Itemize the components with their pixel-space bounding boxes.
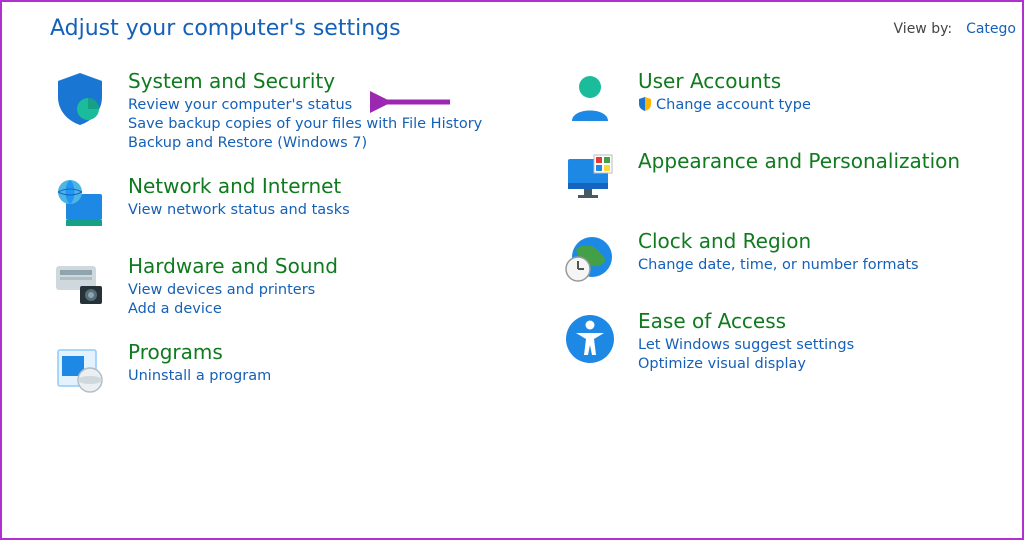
- category-title-clock-region[interactable]: Clock and Region: [638, 229, 980, 253]
- link-uninstall-program[interactable]: Uninstall a program: [128, 368, 520, 384]
- link-file-history[interactable]: Save backup copies of your files with Fi…: [128, 116, 520, 132]
- category-title-system-security[interactable]: System and Security: [128, 69, 520, 93]
- category-programs: Programs Uninstall a program: [50, 340, 520, 400]
- link-suggest-settings[interactable]: Let Windows suggest settings: [638, 337, 980, 353]
- programs-icon: [50, 340, 110, 400]
- link-backup-restore[interactable]: Backup and Restore (Windows 7): [128, 135, 520, 151]
- category-title-network[interactable]: Network and Internet: [128, 174, 520, 198]
- network-icon: [50, 174, 110, 234]
- user-icon: [560, 69, 620, 129]
- hardware-icon: [50, 254, 110, 314]
- category-title-appearance[interactable]: Appearance and Personalization: [638, 149, 980, 173]
- category-network-internet: Network and Internet View network status…: [50, 174, 520, 234]
- link-devices-printers[interactable]: View devices and printers: [128, 282, 520, 298]
- category-title-hardware[interactable]: Hardware and Sound: [128, 254, 520, 278]
- shield-icon: [50, 69, 110, 129]
- monitor-icon: [560, 149, 620, 209]
- link-add-device[interactable]: Add a device: [128, 301, 520, 317]
- link-network-status[interactable]: View network status and tasks: [128, 202, 520, 218]
- category-title-user-accounts[interactable]: User Accounts: [638, 69, 980, 93]
- category-clock-region: Clock and Region Change date, time, or n…: [560, 229, 980, 289]
- view-by-label: View by:: [894, 21, 953, 37]
- link-change-account-type-text: Change account type: [656, 97, 811, 113]
- clock-globe-icon: [560, 229, 620, 289]
- link-date-time-formats[interactable]: Change date, time, or number formats: [638, 257, 980, 273]
- link-optimize-display[interactable]: Optimize visual display: [638, 356, 980, 372]
- category-hardware-sound: Hardware and Sound View devices and prin…: [50, 254, 520, 320]
- link-change-account-type[interactable]: Change account type: [638, 97, 980, 115]
- category-ease-of-access: Ease of Access Let Windows suggest setti…: [560, 309, 980, 375]
- view-by: View by: Catego: [894, 21, 1022, 37]
- category-title-programs[interactable]: Programs: [128, 340, 520, 364]
- view-by-value[interactable]: Catego: [966, 21, 1016, 37]
- page-title: Adjust your computer's settings: [50, 16, 401, 41]
- accessibility-icon: [560, 309, 620, 369]
- category-appearance: Appearance and Personalization: [560, 149, 980, 209]
- uac-shield-icon: [638, 97, 652, 115]
- category-system-security: System and Security Review your computer…: [50, 69, 520, 154]
- category-title-ease-of-access[interactable]: Ease of Access: [638, 309, 980, 333]
- category-user-accounts: User Accounts Change account type: [560, 69, 980, 129]
- link-review-status[interactable]: Review your computer's status: [128, 97, 520, 113]
